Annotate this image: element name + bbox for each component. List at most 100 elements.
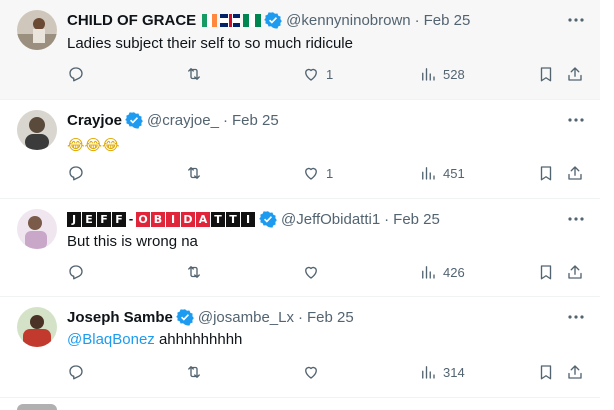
reply-icon (69, 365, 83, 380)
views-button[interactable]: 426 (419, 263, 465, 281)
avatar[interactable] (17, 307, 57, 347)
more-icon[interactable] (566, 10, 586, 30)
tweet-date[interactable]: Feb 25 (307, 309, 354, 326)
share-button[interactable] (566, 164, 584, 182)
name-letter: O (136, 211, 150, 227)
tears-of-joy-emoji-text: 😂😂😂 (67, 136, 120, 154)
tweet-3[interactable]: J E F F - O B I D A T T I @JeffObidatti1… (0, 199, 600, 296)
reply-icon (69, 166, 83, 181)
retweet-button[interactable] (185, 263, 203, 281)
tweet-1[interactable]: CHILD OF GRACE @kennyninobrown · Feb 25 … (0, 0, 600, 99)
divider (0, 397, 600, 398)
like-button[interactable]: 1 (302, 65, 333, 83)
tweet-body: ahhhhhhhhh (158, 331, 243, 348)
tweet-header: CHILD OF GRACE @kennyninobrown · Feb 25 (67, 10, 470, 30)
reply-button[interactable] (67, 65, 85, 83)
tweet-date[interactable]: Feb 25 (424, 12, 471, 29)
like-count: 1 (326, 66, 334, 82)
user-handle[interactable]: @JeffObidatti1 (281, 211, 380, 228)
like-icon (305, 167, 317, 180)
name-letter: D (181, 211, 195, 227)
like-icon (305, 68, 317, 81)
share-button[interactable] (566, 263, 584, 281)
bookmark-button[interactable] (537, 164, 555, 182)
verified-badge-icon (264, 12, 283, 29)
flag-nigeria-icon (243, 13, 262, 27)
avatar-image (17, 209, 57, 249)
bookmark-icon (540, 265, 552, 280)
views-icon (422, 366, 435, 379)
retweet-button[interactable] (185, 363, 203, 381)
separator-dot: · (222, 111, 228, 129)
reply-button[interactable] (67, 263, 85, 281)
name-hyphen: - (128, 212, 134, 226)
avatar[interactable] (17, 209, 57, 249)
like-button[interactable] (302, 263, 320, 281)
name-letter: I (241, 211, 255, 227)
user-handle[interactable]: @crayjoe_ (147, 112, 219, 129)
more-icon[interactable] (566, 307, 586, 327)
reply-icon (69, 67, 83, 82)
tweet-header: Crayjoe @crayjoe_ · Feb 25 (67, 110, 279, 130)
flag-uk-icon (220, 13, 241, 27)
reply-button[interactable] (67, 363, 85, 381)
user-handle[interactable]: @josambe_Lx (198, 309, 294, 326)
avatar[interactable] (17, 404, 57, 410)
views-button[interactable]: 451 (419, 164, 465, 182)
tweet-text: Ladies subject their self to so much rid… (67, 35, 353, 52)
like-button[interactable]: 1 (302, 164, 333, 182)
retweet-button[interactable] (185, 164, 203, 182)
separator-dot: · (414, 11, 420, 29)
mention-link[interactable]: @BlaqBonez (67, 331, 155, 348)
display-name[interactable]: Joseph Sambe (67, 309, 173, 326)
bookmark-button[interactable] (537, 263, 555, 281)
share-button[interactable] (566, 65, 584, 83)
tweet-header: J E F F - O B I D A T T I @JeffObidatti1… (67, 209, 440, 229)
bookmark-icon (540, 67, 552, 82)
tweet-text: 😂😂😂 (67, 136, 120, 154)
share-icon (568, 166, 582, 180)
more-icon[interactable] (566, 209, 586, 229)
avatar[interactable] (17, 110, 57, 150)
bookmark-button[interactable] (537, 65, 555, 83)
share-button[interactable] (566, 363, 584, 381)
bookmark-icon (540, 365, 552, 380)
share-icon (568, 265, 582, 279)
views-icon (422, 68, 435, 81)
like-button[interactable] (302, 363, 320, 381)
tweet-feed: CHILD OF GRACE @kennyninobrown · Feb 25 … (0, 0, 614, 410)
flag-ireland-icon (202, 13, 218, 27)
tweet-actions: 1 528 (0, 65, 600, 85)
tweet-date[interactable]: Feb 25 (393, 211, 440, 228)
reply-button[interactable] (67, 164, 85, 182)
bookmark-button[interactable] (537, 363, 555, 381)
views-icon (422, 266, 435, 279)
views-button[interactable]: 528 (419, 65, 465, 83)
display-name[interactable]: CHILD OF GRACE (67, 12, 196, 29)
tweet-actions: 314 (0, 363, 600, 383)
tweet-2[interactable]: Crayjoe @crayjoe_ · Feb 25 😂😂😂 1 451 (0, 100, 600, 198)
retweet-button[interactable] (185, 65, 203, 83)
avatar-image (17, 110, 57, 150)
verified-badge-icon (259, 211, 277, 228)
name-letter: E (82, 211, 96, 227)
like-icon (305, 366, 317, 379)
views-button[interactable]: 314 (419, 363, 465, 381)
view-count: 451 (443, 165, 465, 181)
name-letter: F (97, 211, 111, 227)
view-count: 426 (443, 264, 465, 280)
tweet-actions: 426 (0, 263, 600, 283)
retweet-icon (188, 68, 200, 80)
display-name[interactable]: Crayjoe (67, 112, 122, 129)
tweet-date[interactable]: Feb 25 (232, 112, 279, 129)
user-handle[interactable]: @kennyninobrown (286, 12, 410, 29)
display-name[interactable]: J E F F - O B I D A T T I (67, 211, 256, 227)
avatar[interactable] (17, 10, 57, 50)
tweet-4[interactable]: Joseph Sambe @josambe_Lx · Feb 25 @BlaqB… (0, 297, 600, 397)
name-letter: B (151, 211, 165, 227)
verified-badge-icon (176, 309, 194, 326)
views-icon (422, 167, 435, 180)
tweet-text: @BlaqBonez ahhhhhhhhh (67, 331, 242, 348)
more-icon[interactable] (566, 110, 586, 130)
avatar-image (17, 307, 57, 347)
